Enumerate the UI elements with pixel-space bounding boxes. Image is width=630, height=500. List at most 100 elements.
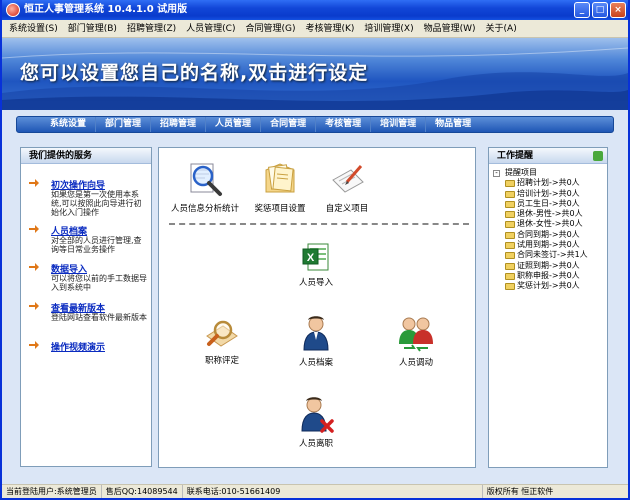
nav-system[interactable]: 系统设置 bbox=[41, 117, 97, 132]
person-remove-icon bbox=[301, 397, 334, 433]
tree-item[interactable]: 合同到期->共0人 bbox=[493, 230, 588, 240]
excel-icon: X bbox=[302, 243, 329, 271]
folder-icon bbox=[505, 242, 515, 250]
nav-recruit[interactable]: 招聘管理 bbox=[151, 117, 207, 132]
menu-department[interactable]: 部门管理(B) bbox=[63, 20, 122, 38]
folder-icon bbox=[505, 252, 515, 260]
tree-item[interactable]: 奖惩计划->共0人 bbox=[493, 281, 588, 291]
service-item: 数据导入 可以将您以前的手工数据导入到系统中 bbox=[29, 262, 149, 296]
folder-icon bbox=[505, 231, 515, 239]
service-desc: 可以将您以前的手工数据导入到系统中 bbox=[51, 274, 147, 292]
minimize-button[interactable]: _ bbox=[574, 2, 590, 18]
tile-stats-label: 人员信息分析统计 bbox=[170, 204, 239, 214]
services-title: 我们提供的服务 bbox=[21, 148, 151, 164]
tile-archive-label: 人员档案 bbox=[298, 358, 333, 368]
service-desc: 对全部的人员进行管理,查询等日常业务操作 bbox=[51, 236, 142, 254]
tile-custom[interactable]: 自定义项目 bbox=[319, 160, 375, 214]
svg-text:X: X bbox=[307, 252, 315, 264]
folder-documents-icon bbox=[265, 163, 295, 193]
tile-transfer[interactable]: 人员调动 bbox=[391, 314, 441, 368]
title-bar[interactable]: 恒正人事管理系统 10.4.1.0 试用版 _ □ × bbox=[2, 0, 628, 20]
service-item: 初次操作向导 如果您是第一次使用本系统,可以按照此向导进行初始化入门操作 bbox=[29, 178, 149, 222]
tile-leave[interactable]: 人员离职 bbox=[291, 395, 341, 449]
maximize-button[interactable]: □ bbox=[592, 2, 608, 18]
services-panel: 我们提供的服务 初次操作向导 如果您是第一次使用本系统,可以按照此向导进行初始化… bbox=[20, 147, 152, 467]
menu-about[interactable]: 关于(A) bbox=[481, 20, 522, 38]
paper-pencil-icon bbox=[332, 165, 364, 193]
service-item: 操作视频演示 bbox=[29, 340, 149, 354]
nav-bar: 系统设置 部门管理 招聘管理 人员管理 合同管理 考核管理 培训管理 物品管理 bbox=[16, 116, 614, 133]
service-desc: 如果您是第一次使用本系统,可以按照此向导进行初始化入门操作 bbox=[51, 190, 142, 217]
tree-root[interactable]: - 提醒项目 bbox=[493, 168, 588, 178]
service-item: 人员档案 对全部的人员进行管理,查询等日常业务操作 bbox=[29, 224, 149, 258]
menu-recruit[interactable]: 招聘管理(Z) bbox=[122, 20, 181, 38]
arrow-icon bbox=[29, 341, 39, 349]
service-link-video[interactable]: 操作视频演示 bbox=[51, 340, 105, 353]
window-title: 恒正人事管理系统 10.4.1.0 试用版 bbox=[24, 4, 188, 15]
folder-icon bbox=[505, 211, 515, 219]
reminder-title: 工作提醒 bbox=[489, 148, 607, 164]
folder-icon bbox=[505, 283, 515, 291]
arrow-icon bbox=[29, 179, 39, 187]
main-panel: 人员信息分析统计 奖惩项目设置 自定义项目 X 人员导入 职称评定 人员档案 人… bbox=[158, 147, 476, 468]
person-icon bbox=[303, 316, 329, 351]
menu-system[interactable]: 系统设置(S) bbox=[4, 20, 63, 38]
menu-training[interactable]: 培训管理(X) bbox=[359, 20, 418, 38]
app-icon bbox=[6, 3, 20, 17]
tile-reward[interactable]: 奖惩项目设置 bbox=[251, 160, 309, 214]
banner-title: 您可以设置您自己的名称,双击进行设定 bbox=[20, 62, 369, 84]
collapse-icon[interactable]: - bbox=[493, 170, 500, 177]
status-bar: 当前登陆用户:系统管理员 售后QQ:14089544 联系电话:010-5166… bbox=[2, 484, 628, 498]
reminder-panel: 工作提醒 - 提醒项目 招聘计划->共0人 培训计划->共0人 员工生日->共0人… bbox=[488, 147, 608, 468]
status-rights: 版权所有 恒正软件 bbox=[486, 487, 554, 496]
status-qq: 售后QQ:14089544 bbox=[102, 485, 183, 498]
tile-transfer-label: 人员调动 bbox=[398, 358, 433, 368]
nav-personnel[interactable]: 人员管理 bbox=[206, 117, 262, 132]
menu-goods[interactable]: 物品管理(W) bbox=[419, 20, 481, 38]
close-button[interactable]: × bbox=[610, 2, 626, 18]
tree-item[interactable]: 退休-男性->共0人 bbox=[493, 209, 588, 219]
menu-contract[interactable]: 合同管理(G) bbox=[240, 20, 300, 38]
reminder-tree: - 提醒项目 招聘计划->共0人 培训计划->共0人 员工生日->共0人 退休-男… bbox=[493, 168, 588, 292]
arrow-icon bbox=[29, 263, 39, 271]
tile-reward-label: 奖惩项目设置 bbox=[254, 204, 306, 214]
folder-icon bbox=[505, 262, 515, 270]
tile-title-eval[interactable]: 职称评定 bbox=[199, 316, 245, 366]
tree-item[interactable]: 合同未签订->共1人 bbox=[493, 250, 588, 260]
arrow-icon bbox=[29, 225, 39, 233]
refresh-icon[interactable] bbox=[593, 151, 603, 161]
tree-item[interactable]: 证照到期->共0人 bbox=[493, 261, 588, 271]
tile-import-label: 人员导入 bbox=[298, 278, 333, 288]
tile-leave-label: 人员离职 bbox=[298, 439, 333, 449]
app-window: 恒正人事管理系统 10.4.1.0 试用版 _ □ × 系统设置(S) 部门管理… bbox=[0, 0, 630, 500]
people-transfer-icon bbox=[399, 317, 433, 352]
menu-personnel[interactable]: 人员管理(C) bbox=[181, 20, 240, 38]
service-desc: 登陆网站查看软件最新版本 bbox=[51, 313, 147, 322]
magnifier-report-icon bbox=[190, 163, 222, 196]
divider bbox=[169, 223, 469, 225]
tree-item[interactable]: 试用到期->共0人 bbox=[493, 240, 588, 250]
nav-department[interactable]: 部门管理 bbox=[96, 117, 152, 132]
menu-bar: 系统设置(S) 部门管理(B) 招聘管理(Z) 人员管理(C) 合同管理(G) … bbox=[2, 20, 628, 38]
status-phone: 联系电话:010-51661409 bbox=[183, 485, 483, 498]
tile-stats[interactable]: 人员信息分析统计 bbox=[169, 160, 241, 214]
nav-assessment[interactable]: 考核管理 bbox=[316, 117, 372, 132]
tile-archive[interactable]: 人员档案 bbox=[291, 314, 341, 368]
folder-icon bbox=[505, 190, 515, 198]
tree-item[interactable]: 招聘计划->共0人 bbox=[493, 178, 588, 188]
nav-training[interactable]: 培训管理 bbox=[371, 117, 427, 132]
arrow-icon bbox=[29, 302, 39, 310]
tree-item[interactable]: 培训计划->共0人 bbox=[493, 189, 588, 199]
folder-icon bbox=[505, 200, 515, 208]
tile-title-eval-label: 职称评定 bbox=[204, 356, 239, 366]
magnifier-scroll-icon bbox=[206, 320, 238, 347]
folder-icon bbox=[505, 221, 515, 229]
banner[interactable]: 您可以设置您自己的名称,双击进行设定 bbox=[2, 38, 628, 110]
tree-item[interactable]: 退休-女性->共0人 bbox=[493, 219, 588, 229]
nav-goods[interactable]: 物品管理 bbox=[426, 117, 480, 132]
tile-import[interactable]: X 人员导入 bbox=[291, 242, 341, 288]
nav-contract[interactable]: 合同管理 bbox=[261, 117, 317, 132]
tree-item[interactable]: 员工生日->共0人 bbox=[493, 199, 588, 209]
menu-assessment[interactable]: 考核管理(K) bbox=[300, 20, 359, 38]
tree-item[interactable]: 职称申报->共0人 bbox=[493, 271, 588, 281]
